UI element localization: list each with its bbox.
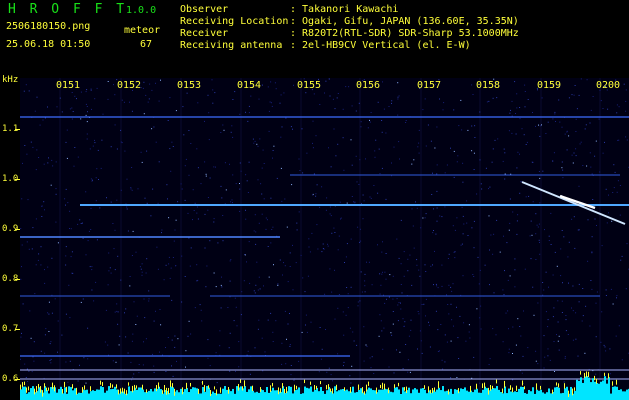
spectrogram-plot[interactable] bbox=[20, 78, 629, 400]
header-panel: H R O F F T 1.0.0 2506180150.png meteor … bbox=[0, 0, 629, 78]
info-value-receiver: : R820T2(RTL-SDR) SDR-Sharp 53.1000MHz bbox=[290, 28, 519, 39]
spectrogram-canvas bbox=[20, 78, 629, 400]
time-tick-label: 0152 bbox=[117, 80, 142, 91]
time-tick-label: 0151 bbox=[56, 80, 81, 91]
event-label: meteor bbox=[124, 25, 161, 36]
app-logo: H R O F F T bbox=[8, 2, 128, 17]
info-label-receiver: Receiver bbox=[180, 28, 229, 39]
info-value-antenna: : 2el-HB9CV Vertical (el. E-W) bbox=[290, 40, 471, 51]
noise-speckle-group bbox=[20, 78, 629, 384]
time-tick-label: 0155 bbox=[297, 80, 322, 91]
info-value-location: : Ogaki, Gifu, JAPAN (136.60E, 35.35N) bbox=[290, 16, 519, 27]
time-tick-label: 0158 bbox=[476, 80, 501, 91]
noise-floor-bar bbox=[20, 371, 629, 400]
meteor-trace bbox=[521, 181, 626, 225]
y-unit-label: kHz bbox=[2, 75, 19, 85]
time-tick-label: 0157 bbox=[417, 80, 442, 91]
frequency-axis: kHz 1.1 1.0 0.9 0.8 0.7 0.6 bbox=[0, 75, 20, 400]
time-tick-label: 0156 bbox=[356, 80, 381, 91]
time-tick-label: 0159 bbox=[537, 80, 562, 91]
info-label-observer: Observer bbox=[180, 4, 229, 15]
app-version: 1.0.0 bbox=[126, 5, 157, 16]
meteor-trace-core bbox=[559, 194, 596, 210]
date-time: 25.06.18 01:50 bbox=[6, 39, 91, 50]
event-count: 67 bbox=[140, 39, 153, 50]
info-value-observer: : Takanori Kawachi bbox=[290, 4, 399, 15]
time-tick-label: 0154 bbox=[237, 80, 262, 91]
info-label-antenna: Receiving antenna bbox=[180, 40, 283, 51]
info-label-location: Receiving Location bbox=[180, 16, 289, 27]
time-tick-label: 0153 bbox=[177, 80, 202, 91]
time-tick-label: 0200 bbox=[596, 80, 621, 91]
file-name: 2506180150.png bbox=[6, 21, 91, 32]
